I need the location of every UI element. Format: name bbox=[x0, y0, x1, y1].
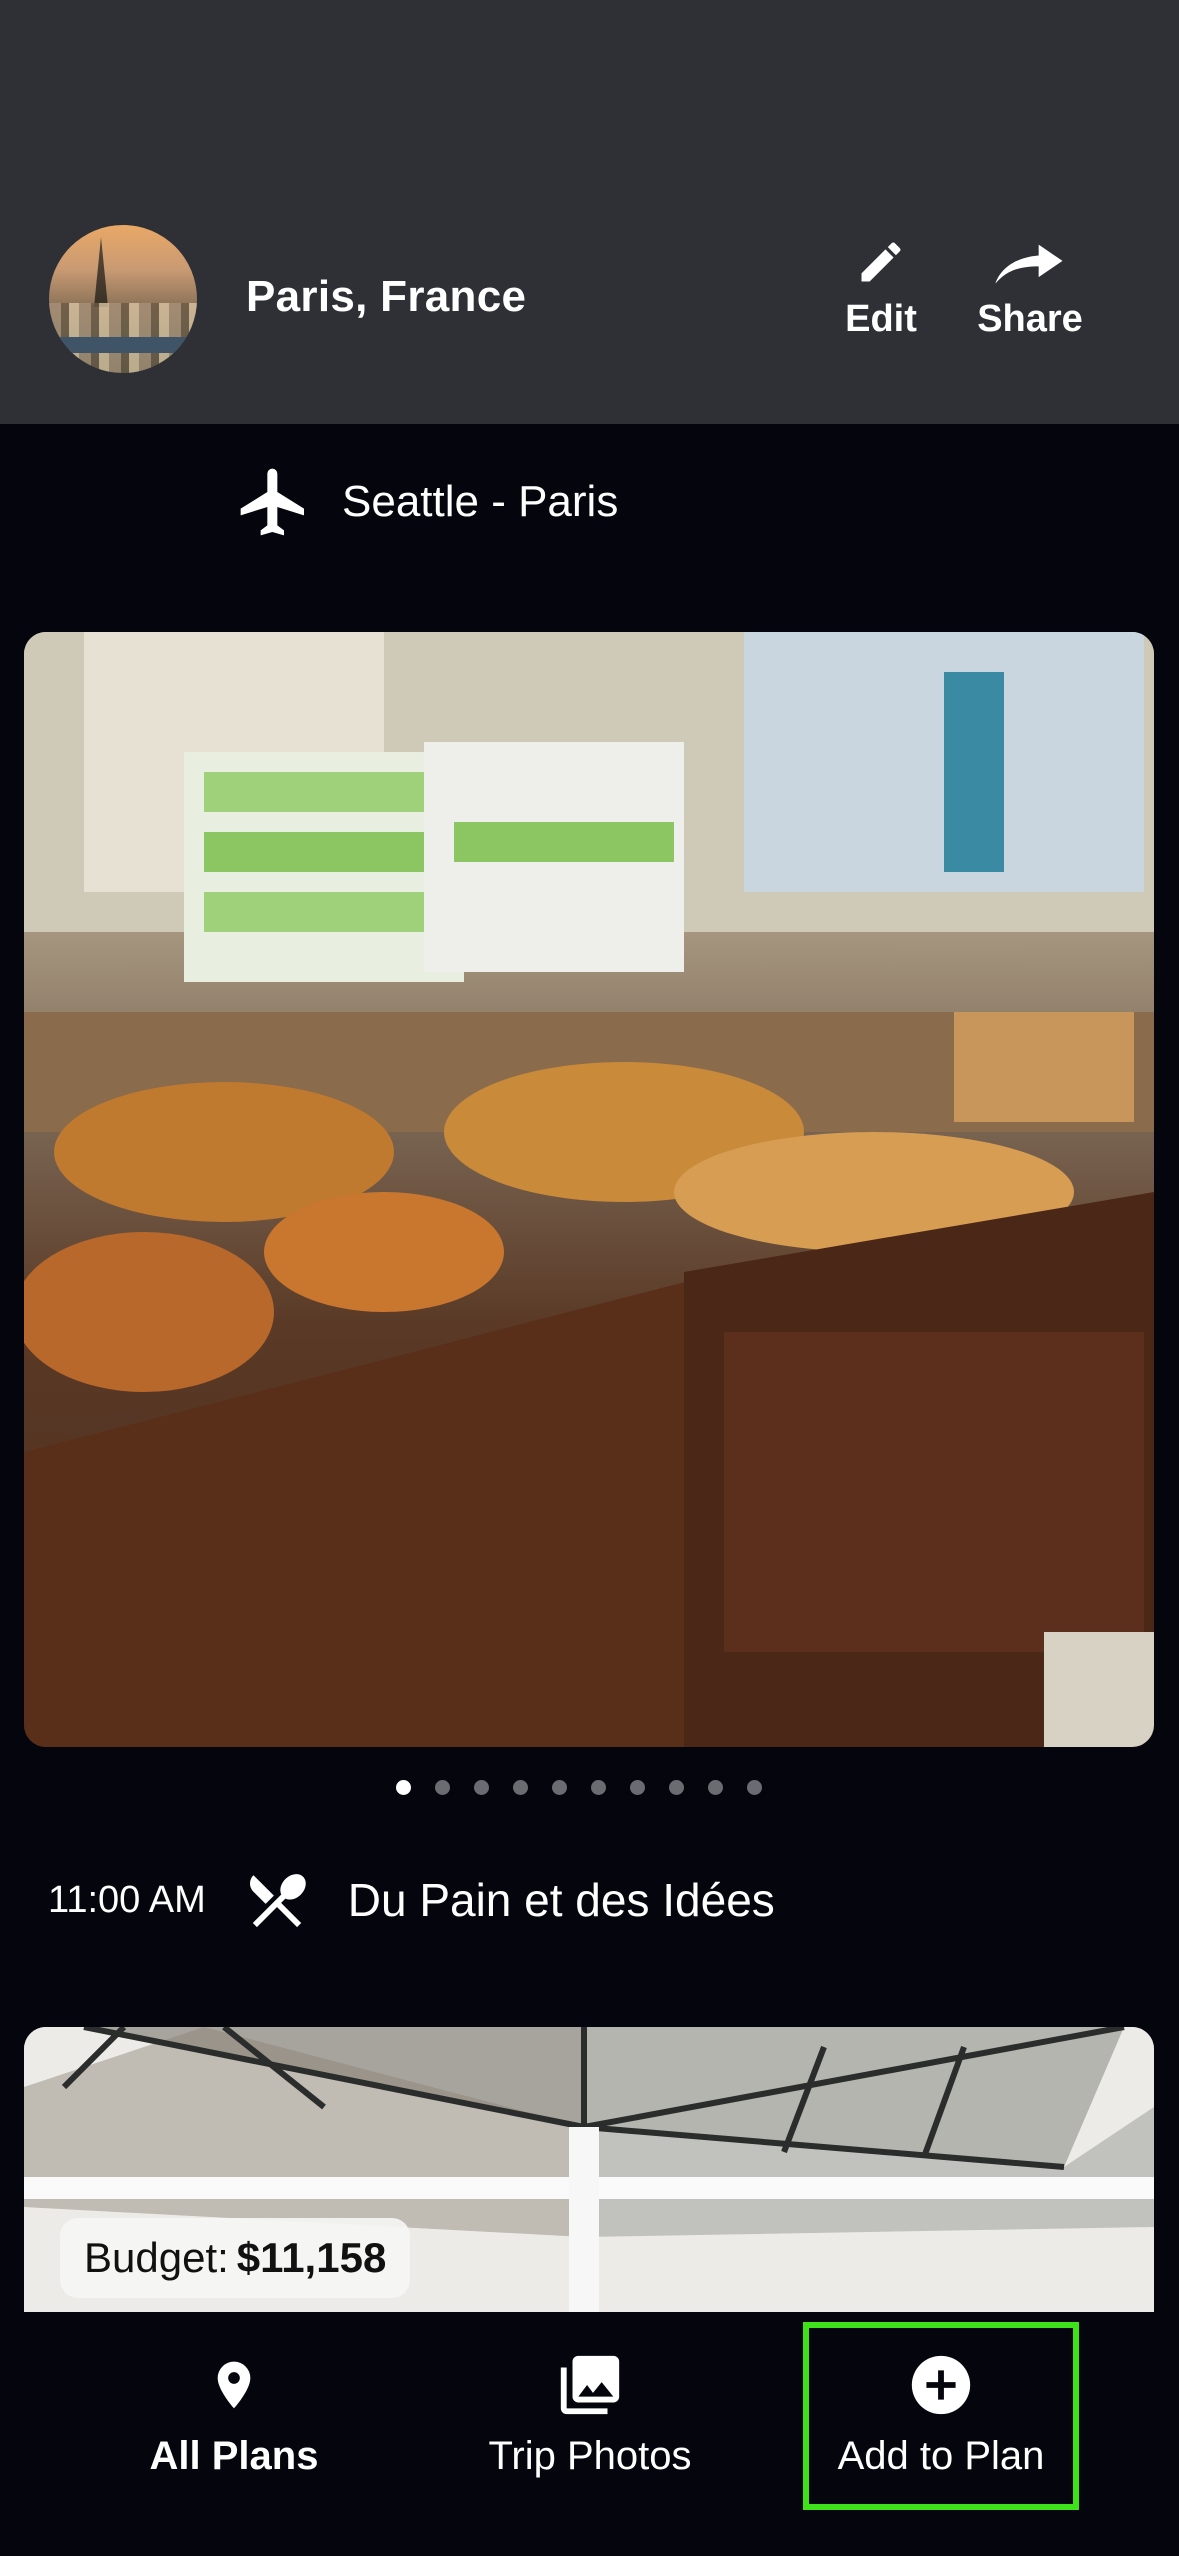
location-pin-icon bbox=[217, 2361, 251, 2409]
tab-trip-photos[interactable]: Trip Photos bbox=[470, 2322, 710, 2512]
carousel-dot[interactable] bbox=[513, 1780, 528, 1795]
carousel-dot[interactable] bbox=[552, 1780, 567, 1795]
share-label: Share bbox=[977, 298, 1083, 340]
budget-label: Budget: bbox=[84, 2234, 229, 2281]
carousel-dot[interactable] bbox=[435, 1780, 450, 1795]
flight-row[interactable]: Seattle - Paris bbox=[232, 462, 618, 542]
pencil-icon bbox=[861, 242, 901, 282]
edit-button[interactable]: Edit bbox=[811, 236, 951, 356]
bakery-photo-illustration bbox=[24, 632, 1154, 1747]
destination-avatar bbox=[49, 225, 197, 373]
carousel-dot[interactable] bbox=[396, 1780, 411, 1795]
carousel-dot[interactable] bbox=[708, 1780, 723, 1795]
tab-label: Trip Photos bbox=[488, 2434, 692, 2478]
carousel-dot[interactable] bbox=[747, 1780, 762, 1795]
carousel-dot[interactable] bbox=[630, 1780, 645, 1795]
edit-label: Edit bbox=[845, 298, 917, 340]
share-button[interactable]: Share bbox=[960, 236, 1100, 356]
itinerary-place: Du Pain et des Idées bbox=[347, 1874, 775, 1926]
budget-chip: Budget: $11,158 bbox=[60, 2218, 411, 2298]
photo-carousel-indicator[interactable] bbox=[396, 1780, 762, 1795]
carousel-dot[interactable] bbox=[474, 1780, 489, 1795]
eiffel-tower-illustration bbox=[94, 237, 108, 307]
river-illustration bbox=[49, 337, 197, 353]
tab-label: All Plans bbox=[149, 2434, 319, 2478]
tab-all-plans[interactable]: All Plans bbox=[134, 2322, 334, 2512]
itinerary-item[interactable]: 11:00 AM Du Pain et des Idées bbox=[48, 1860, 775, 1940]
selection-highlight bbox=[803, 2322, 1079, 2510]
share-arrow-icon bbox=[995, 244, 1063, 284]
budget-amount: $11,158 bbox=[236, 2234, 387, 2281]
airplane-icon bbox=[240, 468, 304, 536]
restaurant-icon bbox=[249, 1874, 306, 1928]
flight-route: Seattle - Paris bbox=[342, 477, 619, 526]
photo-library-icon bbox=[560, 2355, 620, 2415]
trip-header: Paris, France Edit Share bbox=[0, 0, 1179, 424]
carousel-dot[interactable] bbox=[591, 1780, 606, 1795]
carousel-dot[interactable] bbox=[669, 1780, 684, 1795]
place-photo[interactable] bbox=[24, 632, 1154, 1747]
page-title: Paris, France bbox=[246, 272, 527, 321]
itinerary-time: 11:00 AM bbox=[48, 1878, 206, 1921]
